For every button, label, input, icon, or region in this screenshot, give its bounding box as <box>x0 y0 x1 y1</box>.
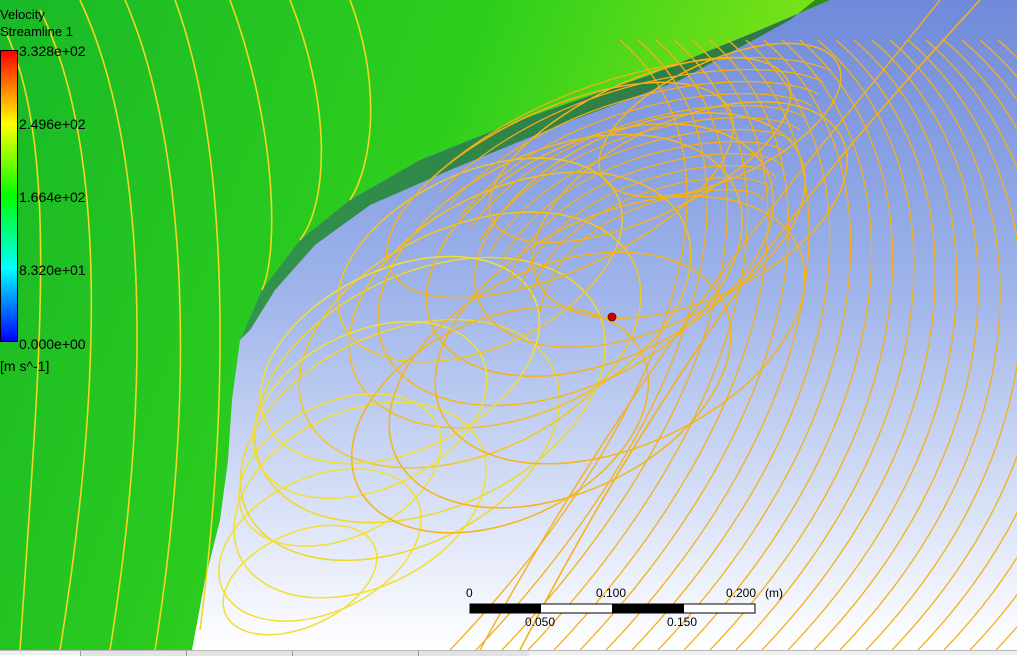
legend-title: Velocity <box>0 7 45 22</box>
probe-point[interactable] <box>607 312 617 322</box>
legend-subtitle: Streamline 1 <box>0 24 73 39</box>
cfd-scene[interactable] <box>0 0 1017 650</box>
legend-tick: 8.320e+01 <box>19 262 86 278</box>
scale-label: 0.050 <box>525 615 556 629</box>
legend-unit: [m s^-1] <box>0 358 50 374</box>
bottom-tab[interactable] <box>80 651 186 656</box>
scale-label: 0.150 <box>667 615 698 629</box>
scale-unit: (m) <box>765 586 783 600</box>
legend-color-bar <box>0 50 18 342</box>
scale-label: 0.200 <box>726 586 757 600</box>
legend-tick: 1.664e+02 <box>19 189 86 205</box>
legend-tick-max: 3.328e+02 <box>19 43 86 59</box>
legend-tick: 2.496e+02 <box>19 116 86 132</box>
bottom-tab[interactable] <box>292 651 418 656</box>
bottom-tab-strip <box>0 650 1017 656</box>
bottom-tab[interactable] <box>418 651 529 656</box>
legend-tick-min: 0.000e+00 <box>19 336 86 352</box>
graphics-viewport[interactable]: Velocity Streamline 1 3.328e+02 2.496e+0… <box>0 0 1017 650</box>
bottom-tab[interactable] <box>186 651 292 656</box>
scale-ruler <box>469 603 756 614</box>
scale-label: 0 <box>466 586 473 600</box>
scale-label: 0.100 <box>596 586 627 600</box>
